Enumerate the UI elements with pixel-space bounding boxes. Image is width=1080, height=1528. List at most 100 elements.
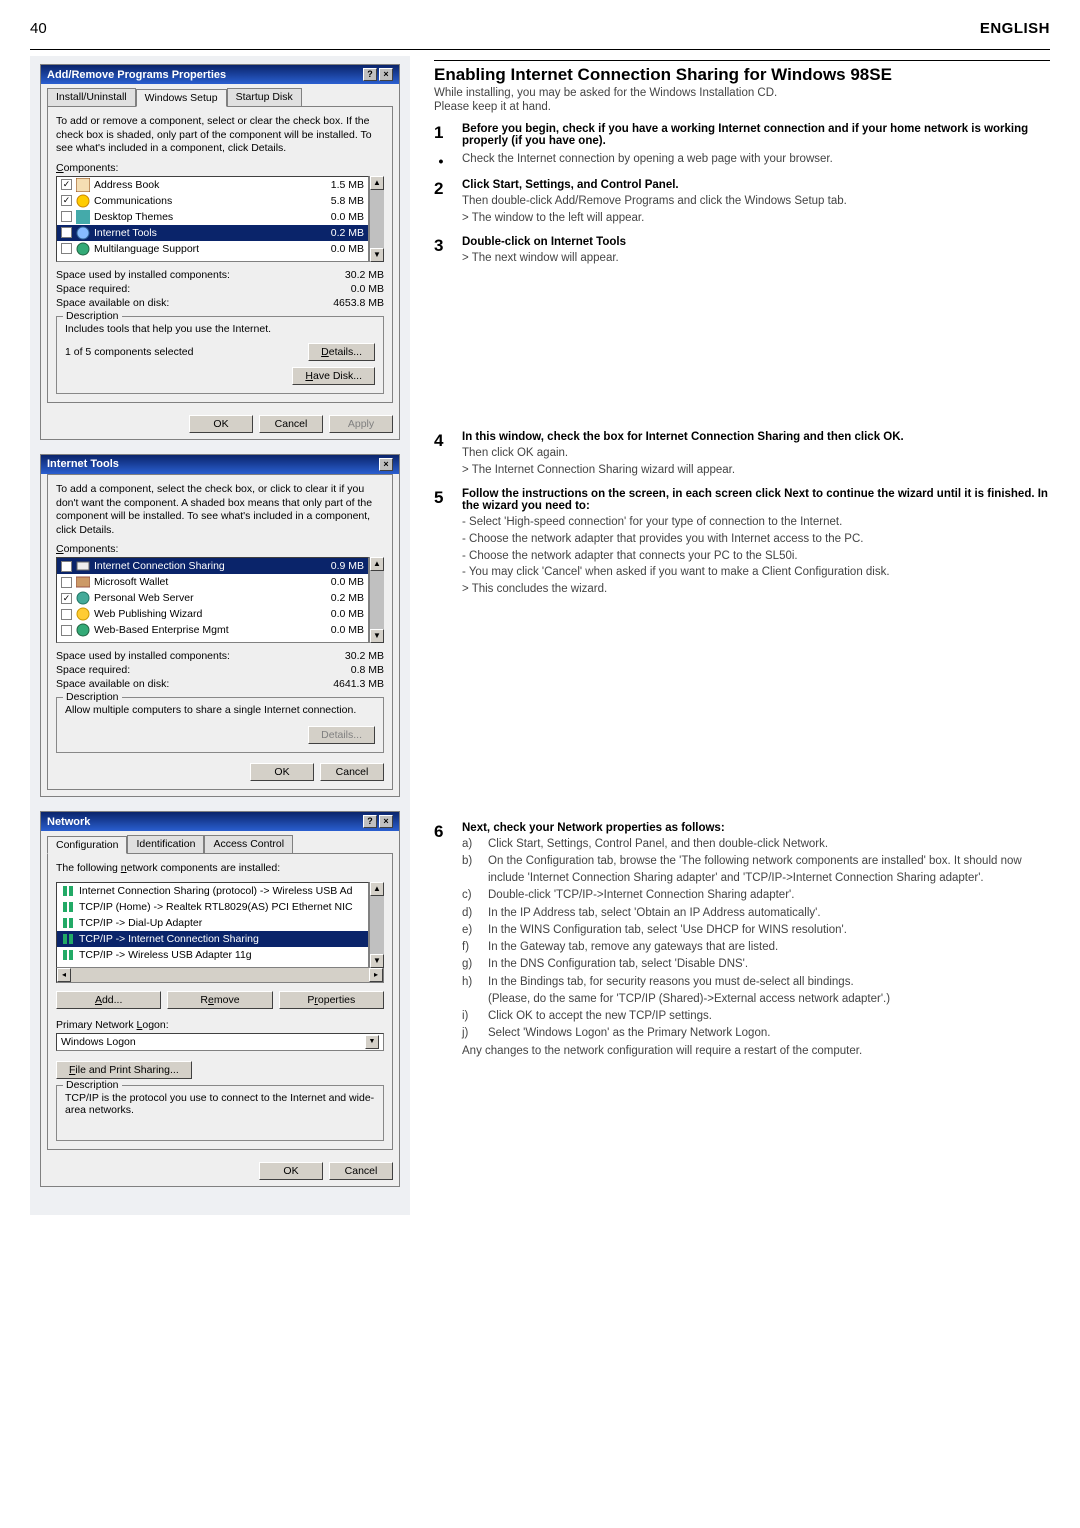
scrollbar[interactable]: ▲ ▼	[369, 882, 384, 968]
network-window: Network ? × Configuration Identification…	[40, 811, 400, 1187]
checkbox-icon[interactable]: ✓	[61, 593, 72, 604]
space-req-value: 0.0 MB	[351, 283, 384, 295]
checkbox-icon[interactable]	[61, 243, 72, 254]
checkbox-icon[interactable]: ✓	[61, 179, 72, 190]
tab-identification[interactable]: Identification	[127, 835, 204, 853]
checkbox-icon[interactable]	[61, 609, 72, 620]
article-subtitle-2: Please keep it at hand.	[434, 101, 1050, 113]
step-4: 4 In this window, check the box for Inte…	[434, 431, 1050, 478]
bullet-1-text: Check the Internet connection by opening…	[462, 153, 833, 167]
step-4-text-1: Then click OK again.	[462, 445, 1050, 462]
desktop-themes-icon	[76, 210, 90, 224]
list-item: Multilanguage Support0.0 MB	[57, 241, 368, 257]
tab-windows-setup[interactable]: Windows Setup	[136, 89, 227, 107]
description-text: Allow multiple computers to share a sing…	[65, 704, 375, 716]
article-subtitle-1: While installing, you may be asked for t…	[434, 87, 1050, 99]
step-3-heading: Double-click on Internet Tools	[462, 236, 1050, 248]
page-header: 40 ENGLISH	[30, 20, 1050, 49]
checkbox-icon[interactable]: ✓	[61, 195, 72, 206]
tab-startup-disk[interactable]: Startup Disk	[227, 88, 302, 106]
components-list[interactable]: ✓Internet Connection Sharing0.9 MB Micro…	[56, 557, 369, 643]
step-2-text-2: > The window to the left will appear.	[462, 210, 1050, 227]
protocol-icon	[61, 948, 75, 962]
space-used-value: 30.2 MB	[345, 650, 384, 662]
network-titlebar: Network ? ×	[41, 812, 399, 831]
list-item: ✓Address Book1.5 MB	[57, 177, 368, 193]
components-list[interactable]: ✓Address Book1.5 MB ✓Communications5.8 M…	[56, 176, 369, 262]
step-1-heading: Before you begin, check if you have a wo…	[462, 123, 1050, 147]
tab-install[interactable]: Install/Uninstall	[47, 88, 136, 106]
scroll-left-icon[interactable]: ◂	[57, 968, 71, 982]
checkbox-icon[interactable]: ✓	[61, 561, 72, 572]
network-installed-label: The following network components are ins…	[56, 862, 384, 876]
step-5-item-3: - Choose the network adapter that connec…	[462, 548, 1050, 565]
checkbox-icon[interactable]	[61, 577, 72, 588]
properties-button[interactable]: Properties	[279, 991, 384, 1009]
ittools-instructions: To add a component, select the check box…	[56, 483, 384, 538]
ok-button[interactable]: OK	[189, 415, 253, 433]
checkbox-icon[interactable]: ✓	[61, 227, 72, 238]
primary-logon-dropdown[interactable]: Windows Logon ▼	[56, 1033, 384, 1051]
close-icon[interactable]: ×	[379, 815, 393, 828]
step-6j-letter: j)	[462, 1025, 480, 1042]
have-disk-button[interactable]: Have Disk...	[292, 367, 375, 385]
step-6: 6 Next, check your Network properties as…	[434, 822, 1050, 1060]
network-components-list[interactable]: Internet Connection Sharing (protocol) -…	[56, 882, 369, 968]
cancel-button[interactable]: Cancel	[320, 763, 384, 781]
step-6f-letter: f)	[462, 939, 480, 956]
details-button[interactable]: Details...	[308, 343, 375, 361]
ittools-title: Internet Tools	[47, 458, 119, 470]
scroll-right-icon[interactable]: ▸	[369, 968, 383, 982]
cancel-button[interactable]: Cancel	[329, 1162, 393, 1180]
space-used-label: Space used by installed components:	[56, 650, 230, 662]
addremove-window: Add/Remove Programs Properties ? × Insta…	[40, 64, 400, 440]
selected-count: 1 of 5 components selected	[65, 346, 193, 358]
scrollbar[interactable]: ▲ ▼	[369, 557, 384, 643]
checkbox-icon[interactable]	[61, 625, 72, 636]
cancel-button[interactable]: Cancel	[259, 415, 323, 433]
step-6g: In the DNS Configuration tab, select 'Di…	[488, 956, 748, 973]
scroll-down-icon[interactable]: ▼	[370, 248, 384, 262]
header-separator	[30, 49, 1050, 50]
protocol-icon	[61, 932, 75, 946]
list-item-selected: TCP/IP -> Internet Connection Sharing	[57, 931, 368, 947]
network-title: Network	[47, 816, 90, 828]
step-6-heading: Next, check your Network properties as f…	[462, 822, 1050, 834]
close-icon[interactable]: ×	[379, 458, 393, 471]
protocol-icon	[61, 900, 75, 914]
step-6f: In the Gateway tab, remove any gateways …	[488, 939, 778, 956]
chevron-down-icon[interactable]: ▼	[365, 1035, 379, 1049]
help-icon[interactable]: ?	[363, 68, 377, 81]
step-number: 1	[434, 123, 448, 149]
addremove-titlebar: Add/Remove Programs Properties ? ×	[41, 65, 399, 84]
tab-configuration[interactable]: Configuration	[47, 836, 127, 854]
scroll-down-icon[interactable]: ▼	[370, 954, 384, 968]
description-title: Description	[63, 310, 122, 322]
help-icon[interactable]: ?	[363, 815, 377, 828]
protocol-icon	[61, 884, 75, 898]
list-item: Microsoft Wallet0.0 MB	[57, 574, 368, 590]
close-icon[interactable]: ×	[379, 68, 393, 81]
scroll-up-icon[interactable]: ▲	[370, 176, 384, 190]
protocol-icon	[61, 916, 75, 930]
step-number: 4	[434, 431, 448, 478]
remove-button[interactable]: Remove	[167, 991, 272, 1009]
ok-button[interactable]: OK	[259, 1162, 323, 1180]
add-button[interactable]: Add...	[56, 991, 161, 1009]
step-6a-letter: a)	[462, 836, 480, 853]
ok-button[interactable]: OK	[250, 763, 314, 781]
step-6h: In the Bindings tab, for security reason…	[488, 974, 854, 991]
scrollbar[interactable]: ▲ ▼	[369, 176, 384, 262]
scroll-up-icon[interactable]: ▲	[370, 882, 384, 896]
scroll-up-icon[interactable]: ▲	[370, 557, 384, 571]
description-text: TCP/IP is the protocol you use to connec…	[65, 1092, 375, 1116]
list-item-selected: ✓Internet Tools0.2 MB	[57, 225, 368, 241]
step-2: 2 Click Start, Settings, and Control Pan…	[434, 179, 1050, 226]
scroll-down-icon[interactable]: ▼	[370, 629, 384, 643]
checkbox-icon[interactable]	[61, 211, 72, 222]
step-6g-letter: g)	[462, 956, 480, 973]
step-5: 5 Follow the instructions on the screen,…	[434, 488, 1050, 597]
description-title: Description	[63, 1079, 122, 1091]
file-print-sharing-button[interactable]: File and Print Sharing...	[56, 1061, 192, 1079]
tab-access-control[interactable]: Access Control	[204, 835, 293, 853]
